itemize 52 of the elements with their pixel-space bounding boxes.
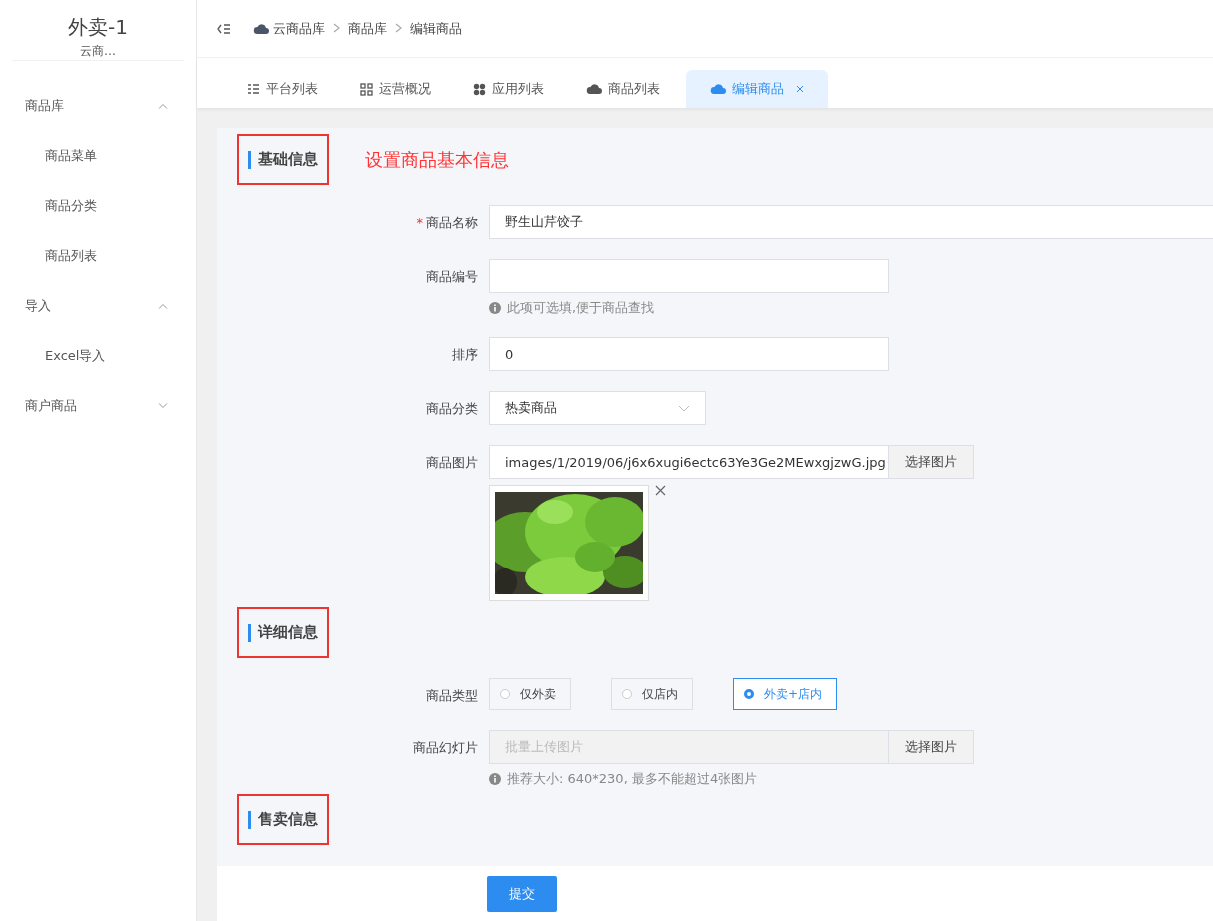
- radio-option[interactable]: 仅外卖: [489, 678, 571, 710]
- input-field[interactable]: images/1/2019/06/j6x6xugi6ectc63Ye3Ge2MEwxgjzwG.jpg: [489, 445, 889, 479]
- info-icon: [489, 773, 501, 785]
- chevron-right-icon: [333, 23, 340, 33]
- grid-icon: [360, 82, 373, 96]
- cloud-icon: [586, 82, 602, 96]
- section-title: 基础信息: [237, 134, 329, 185]
- submenu-item[interactable]: 商品菜单: [45, 147, 97, 165]
- section-title: 详细信息: [237, 607, 329, 658]
- annotation-text: 设置商品基本信息: [365, 147, 509, 172]
- app-title: 外卖-1: [68, 14, 128, 40]
- chevron-right-icon: [395, 23, 402, 33]
- list-icon: [247, 82, 260, 96]
- close-icon[interactable]: [796, 85, 804, 93]
- radio-option[interactable]: 仅店内: [611, 678, 693, 710]
- select-image-button[interactable]: 选择图片: [889, 730, 974, 764]
- submenu-item[interactable]: Excel导入: [45, 347, 106, 365]
- breadcrumb-link[interactable]: 商品库: [348, 19, 387, 38]
- select-image-button[interactable]: 选择图片: [889, 445, 974, 479]
- field-label: 商品幻灯片: [412, 739, 478, 757]
- tab[interactable]: 运营概况: [344, 70, 447, 108]
- field-label: 商品类型: [425, 687, 478, 705]
- cloud-icon: [253, 21, 269, 36]
- select-field[interactable]: 热卖商品: [489, 391, 706, 425]
- input-field[interactable]: 0: [489, 337, 889, 371]
- menu-item[interactable]: 商品库: [25, 97, 64, 115]
- menu-icon[interactable]: [217, 22, 231, 35]
- chevron-down-icon: [678, 404, 690, 412]
- breadcrumb-link[interactable]: 编辑商品: [410, 19, 462, 38]
- field-label: 商品图片: [425, 454, 478, 472]
- field-label: * 商品名称: [415, 214, 478, 232]
- radio-option[interactable]: 外卖+店内: [733, 678, 838, 710]
- field-label: 商品编号: [425, 268, 478, 286]
- menu-item[interactable]: 导入: [25, 297, 51, 315]
- submenu-item[interactable]: 商品列表: [45, 247, 97, 265]
- field-label: 商品分类: [425, 400, 478, 418]
- field-label: 排序: [451, 346, 478, 364]
- apps-icon: [473, 82, 486, 96]
- hint-text: 推荐大小: 640*230, 最多不能超过4张图片: [507, 770, 758, 788]
- tab[interactable]: 商品列表: [570, 70, 676, 108]
- submenu-item[interactable]: 商品分类: [45, 197, 97, 215]
- close-icon[interactable]: [655, 485, 666, 496]
- input-field[interactable]: [489, 259, 889, 293]
- input-field[interactable]: 野生山芹饺子: [489, 205, 1213, 239]
- tab[interactable]: 应用列表: [457, 70, 560, 108]
- section-title: 售卖信息: [237, 794, 329, 845]
- cloud-icon: [710, 82, 726, 96]
- hint-text: 此项可选填,便于商品查找: [507, 299, 655, 317]
- breadcrumb-link[interactable]: 云商品库: [273, 19, 325, 38]
- info-icon: [489, 302, 501, 314]
- menu-item[interactable]: 商户商品: [25, 397, 77, 415]
- tab[interactable]: 平台列表: [231, 70, 334, 108]
